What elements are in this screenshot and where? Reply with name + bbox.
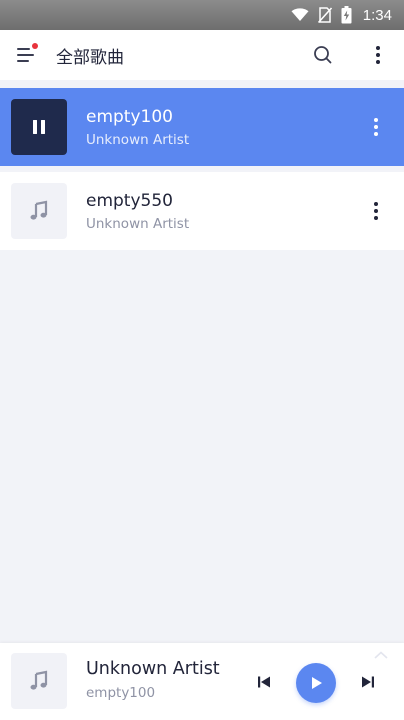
song-artist: Unknown Artist xyxy=(86,132,190,148)
previous-icon xyxy=(258,676,270,688)
mini-player[interactable]: Unknown Artist empty100 xyxy=(0,643,404,720)
player-subtitle: empty100 xyxy=(86,685,156,701)
song-list: empty100 Unknown Artist empty550 Unknown… xyxy=(0,88,404,250)
top-app-bar: 全部歌曲 xyxy=(0,30,404,80)
more-options-button[interactable] xyxy=(366,43,390,67)
menu-button[interactable] xyxy=(14,42,42,68)
player-thumbnail xyxy=(11,653,67,709)
search-button[interactable] xyxy=(311,43,335,67)
previous-button[interactable] xyxy=(255,673,273,691)
more-vertical-icon xyxy=(376,46,380,64)
song-title: empty550 xyxy=(86,191,173,211)
wifi-icon xyxy=(291,8,309,21)
app-screen: 1:34 全部歌曲 empty100 Unknown Artist empty5… xyxy=(0,0,404,720)
music-note-icon xyxy=(30,670,48,690)
notification-dot xyxy=(32,43,38,49)
player-title: Unknown Artist xyxy=(86,659,220,679)
play-icon xyxy=(312,677,322,689)
pause-icon xyxy=(33,120,45,134)
music-note-icon xyxy=(30,200,48,220)
status-bar: 1:34 xyxy=(0,0,404,30)
song-artist: Unknown Artist xyxy=(86,216,190,232)
next-icon xyxy=(362,676,374,688)
song-options-button[interactable] xyxy=(366,115,386,139)
more-vertical-icon xyxy=(374,118,378,136)
play-button[interactable] xyxy=(296,663,336,703)
list-item[interactable]: empty100 Unknown Artist xyxy=(0,88,404,166)
list-item[interactable]: empty550 Unknown Artist xyxy=(0,172,404,250)
song-thumbnail xyxy=(11,183,67,239)
page-title: 全部歌曲 xyxy=(56,48,124,68)
next-button[interactable] xyxy=(359,673,377,691)
song-thumbnail[interactable] xyxy=(11,99,67,155)
status-time: 1:34 xyxy=(362,6,392,24)
search-icon xyxy=(314,46,332,64)
song-title: empty100 xyxy=(86,107,173,127)
no-sim-icon xyxy=(317,7,332,23)
battery-charging-icon xyxy=(341,6,352,24)
expand-player-icon[interactable] xyxy=(372,649,390,661)
more-vertical-icon xyxy=(374,202,378,220)
song-options-button[interactable] xyxy=(366,199,386,223)
